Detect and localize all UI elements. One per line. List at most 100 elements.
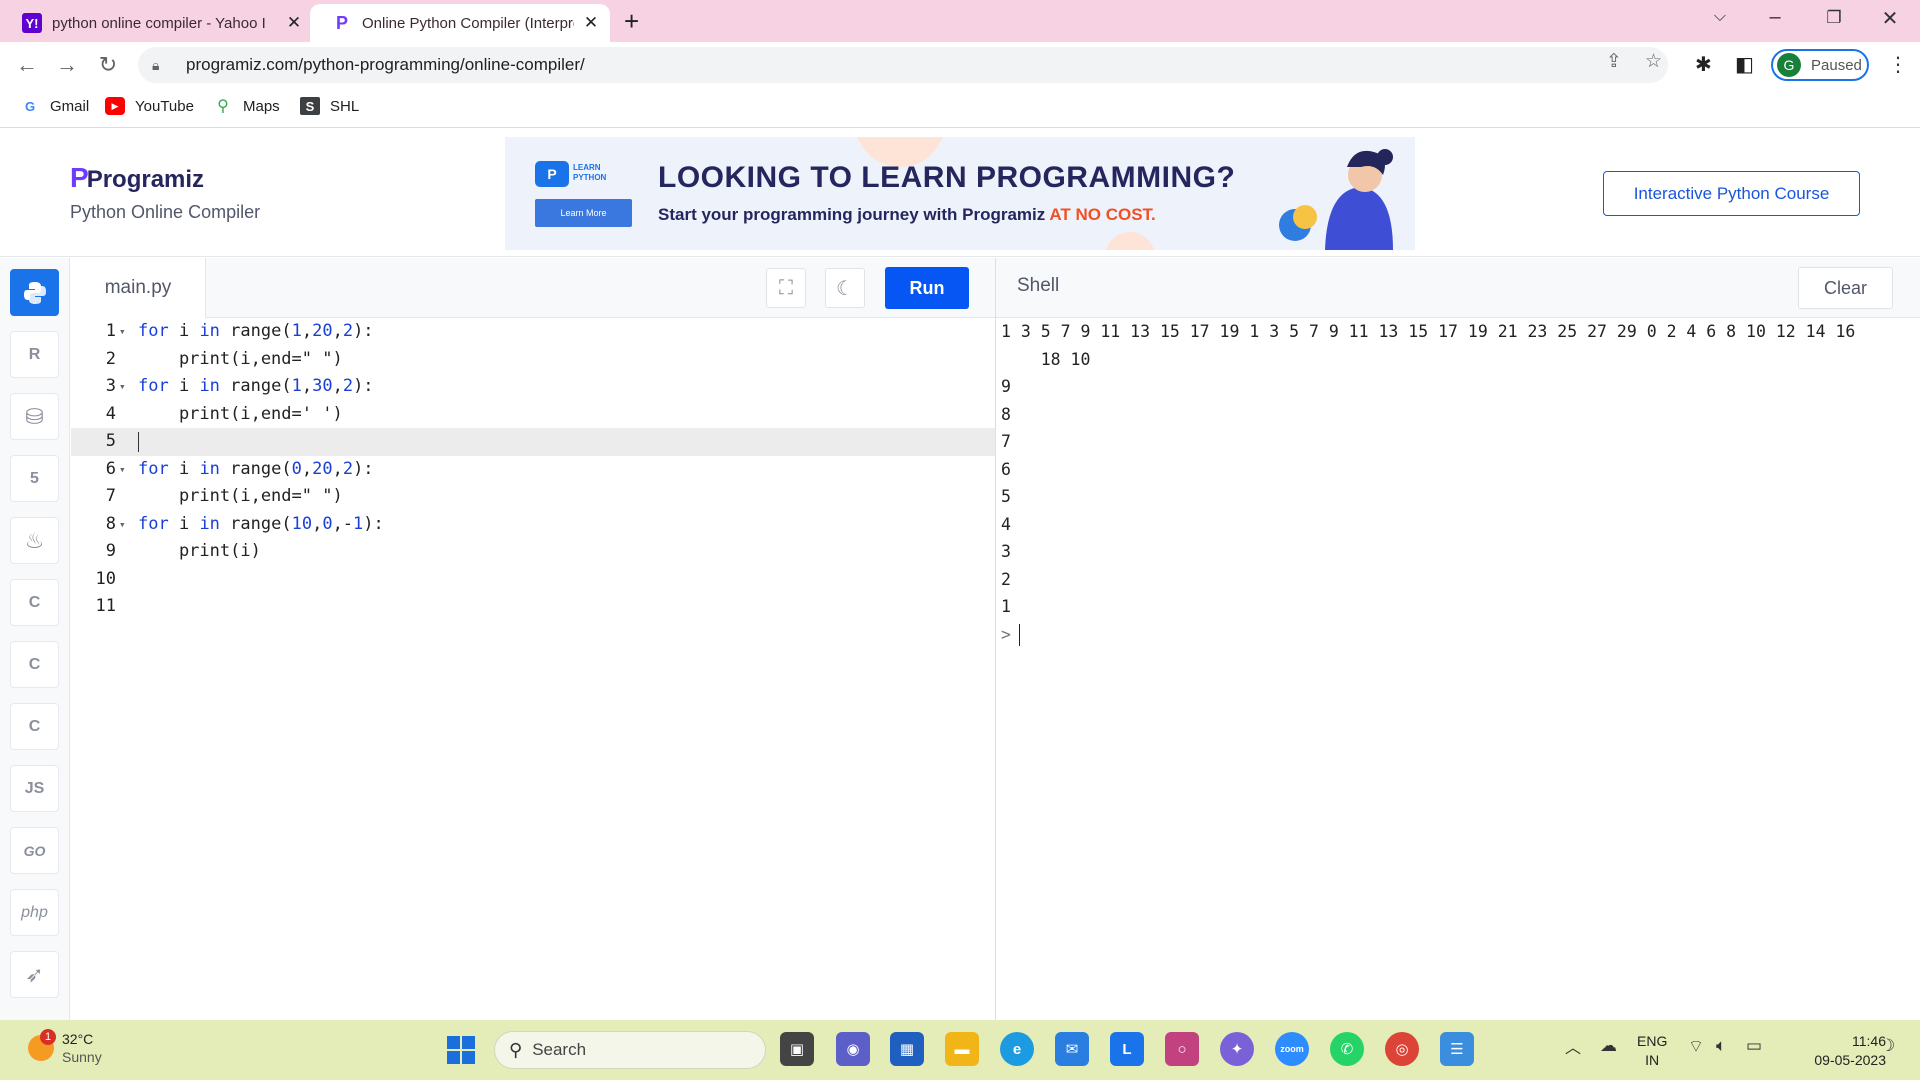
interactive-python-course-button[interactable]: Interactive Python Course <box>1603 171 1860 216</box>
lang-javascript-icon[interactable]: JS <box>10 765 59 812</box>
browser-tab-programiz[interactable]: P Online Python Compiler (Interpre ✕ <box>310 4 610 42</box>
notifications-icon[interactable]: ☽ <box>1880 1036 1895 1056</box>
code-line[interactable]: 2 print(i,end=" ") <box>71 346 995 374</box>
onedrive-cloud-icon[interactable]: ☁ <box>1600 1036 1617 1056</box>
back-arrow-icon[interactable]: ← <box>12 52 42 78</box>
taskbar-search[interactable]: ⚲ Search <box>494 1031 766 1069</box>
dark-mode-moon-icon[interactable]: ☾ <box>825 268 865 308</box>
code-number: 0 <box>322 513 333 534</box>
bookmark-gmail[interactable]: G Gmail <box>20 97 89 115</box>
close-tab-icon[interactable]: ✕ <box>580 13 602 33</box>
shell-output[interactable]: 1 3 5 7 9 11 13 15 17 19 1 3 5 7 9 11 13… <box>996 318 1920 1020</box>
close-tab-icon[interactable]: ✕ <box>283 13 305 33</box>
code-editor[interactable]: 1 ▾ for i in range(1,20,2): 2 print(i,end="… <box>71 318 995 1020</box>
whatsapp-icon[interactable]: ✆ <box>1330 1032 1364 1066</box>
weather-widget[interactable]: 1 32°C Sunny <box>28 1029 102 1066</box>
fold-arrow-icon[interactable]: ▾ <box>119 456 126 484</box>
chrome-menu-icon[interactable]: ⋮ <box>1888 52 1908 77</box>
code-line[interactable]: 6 ▾ for i in range(0,20,2): <box>71 456 995 484</box>
code-token: , <box>312 513 323 534</box>
code-line[interactable]: 3 ▾ for i in range(1,30,2): <box>71 373 995 401</box>
code-keyword: for <box>138 376 169 396</box>
lang-r-icon[interactable]: R <box>10 331 59 378</box>
lang-go-icon[interactable]: GO <box>10 827 59 874</box>
zoom-icon[interactable]: zoom <box>1275 1032 1309 1066</box>
edge-browser-icon[interactable]: e <box>1000 1032 1034 1066</box>
windows-start-icon[interactable] <box>447 1036 475 1064</box>
code-line[interactable]: 4 print(i,end=' ') <box>71 401 995 429</box>
lang-c-icon[interactable]: C <box>10 579 59 626</box>
file-tab-main-py[interactable]: main.py <box>71 258 206 318</box>
lang-python-icon[interactable] <box>10 269 59 316</box>
code-line[interactable]: 9 print(i) <box>71 538 995 566</box>
share-icon[interactable]: ⇪ <box>1606 50 1622 73</box>
extensions-puzzle-icon[interactable]: ✱ <box>1695 52 1712 77</box>
run-button[interactable]: Run <box>885 267 969 309</box>
new-tab-plus-icon[interactable]: + <box>624 6 639 37</box>
code-line[interactable]: 10 <box>71 566 995 594</box>
learn-more-button[interactable]: Learn More <box>535 199 632 227</box>
app-icon[interactable]: ○ <box>1165 1032 1199 1066</box>
task-view-icon[interactable]: ▣ <box>780 1032 814 1066</box>
lang-csharp-icon[interactable]: C <box>10 703 59 750</box>
shell-output-line: 2 <box>1001 569 1011 589</box>
code-number: 20 <box>312 321 333 341</box>
bookmark-youtube[interactable]: ▶ YouTube <box>105 97 194 115</box>
lang-php-icon[interactable]: php <box>10 889 59 936</box>
lang-cpp-icon[interactable]: C <box>10 641 59 688</box>
battery-icon[interactable]: ▭ <box>1746 1036 1762 1056</box>
code-line[interactable]: 1 ▾ for i in range(1,20,2): <box>71 318 995 346</box>
fold-arrow-icon[interactable]: ▾ <box>119 373 126 401</box>
lang-swift-icon[interactable]: ➶ <box>10 951 59 998</box>
bookmark-star-icon[interactable]: ☆ <box>1645 50 1662 73</box>
tray-overflow-chevron-icon[interactable]: ︿ <box>1565 1034 1581 1058</box>
search-icon: ⚲ <box>509 1039 523 1060</box>
restore-icon[interactable]: ❐ <box>1814 8 1854 28</box>
reload-icon[interactable]: ↻ <box>93 52 123 78</box>
code-line[interactable]: 7 print(i,end=" ") <box>71 483 995 511</box>
code-line[interactable]: 11 <box>71 593 995 621</box>
microsoft-store-icon[interactable]: ▦ <box>890 1032 924 1066</box>
fold-arrow-icon[interactable]: ▾ <box>119 318 126 346</box>
copilot-icon[interactable]: ✦ <box>1220 1032 1254 1066</box>
side-panel-icon[interactable]: ◧ <box>1735 52 1754 77</box>
profile-button[interactable]: G Paused <box>1771 49 1869 81</box>
code-line[interactable]: 8 ▾ for i in range(10,0,-1): <box>71 511 995 539</box>
address-bar[interactable]: 🔒︎ programiz.com/python-programming/onli… <box>138 47 1668 83</box>
file-explorer-icon[interactable]: ▬ <box>945 1032 979 1066</box>
programiz-logo[interactable]: PProgramiz <box>70 162 204 194</box>
l-app-icon[interactable]: L <box>1110 1032 1144 1066</box>
line-number: 8 <box>105 513 116 534</box>
url-text[interactable]: programiz.com/python-programming/online-… <box>186 55 585 75</box>
bookmark-shl[interactable]: S SHL <box>300 97 359 115</box>
fullscreen-icon[interactable]: ⛶ <box>766 268 806 308</box>
window-close-icon[interactable]: ✕ <box>1870 6 1910 31</box>
teams-chat-icon[interactable]: ◉ <box>836 1032 870 1066</box>
ad-banner[interactable]: P LEARN PYTHON Learn More LOOKING TO LEA… <box>505 137 1415 250</box>
volume-icon[interactable]: 🔈︎ <box>1716 1036 1726 1056</box>
windows-taskbar: 1 32°C Sunny ⚲ Search ▣ ◉ ▦ ▬ e ✉ L ○ ✦ … <box>0 1020 1920 1080</box>
fold-arrow-icon[interactable]: ▾ <box>119 511 126 539</box>
lang-sql-database-icon[interactable]: ⛁ <box>10 393 59 440</box>
minimize-icon[interactable]: – <box>1755 6 1795 29</box>
code-line[interactable]: 5 <box>71 428 995 456</box>
banner-highlight: AT NO COST. <box>1049 205 1156 224</box>
code-token: , <box>332 376 343 396</box>
bookmark-maps[interactable]: ⚲ Maps <box>213 97 280 116</box>
lang-label: C <box>28 655 41 673</box>
browser-tab-yahoo[interactable]: Y! python online compiler - Yahoo I ✕ <box>0 4 308 42</box>
chrome-icon[interactable]: ◎ <box>1385 1032 1419 1066</box>
notepad-icon[interactable]: ☰ <box>1440 1032 1474 1066</box>
system-clock[interactable]: 11:46 09-05-2023 <box>1782 1032 1886 1070</box>
lang-java-icon[interactable]: ♨ <box>10 517 59 564</box>
wifi-icon[interactable]: ⌔ <box>1688 1036 1704 1057</box>
input-language[interactable]: ENG IN <box>1637 1032 1667 1070</box>
clear-button[interactable]: Clear <box>1798 267 1893 309</box>
mail-icon[interactable]: ✉ <box>1055 1032 1089 1066</box>
forward-arrow-icon[interactable]: → <box>52 52 82 78</box>
tab-search-chevron-icon[interactable]: ⌵ <box>1700 8 1740 26</box>
shell-prompt[interactable]: > <box>1001 621 1020 649</box>
code-number: 1 <box>291 376 302 396</box>
lang-html-icon[interactable]: 5 <box>10 455 59 502</box>
code-token: range( <box>219 321 292 341</box>
